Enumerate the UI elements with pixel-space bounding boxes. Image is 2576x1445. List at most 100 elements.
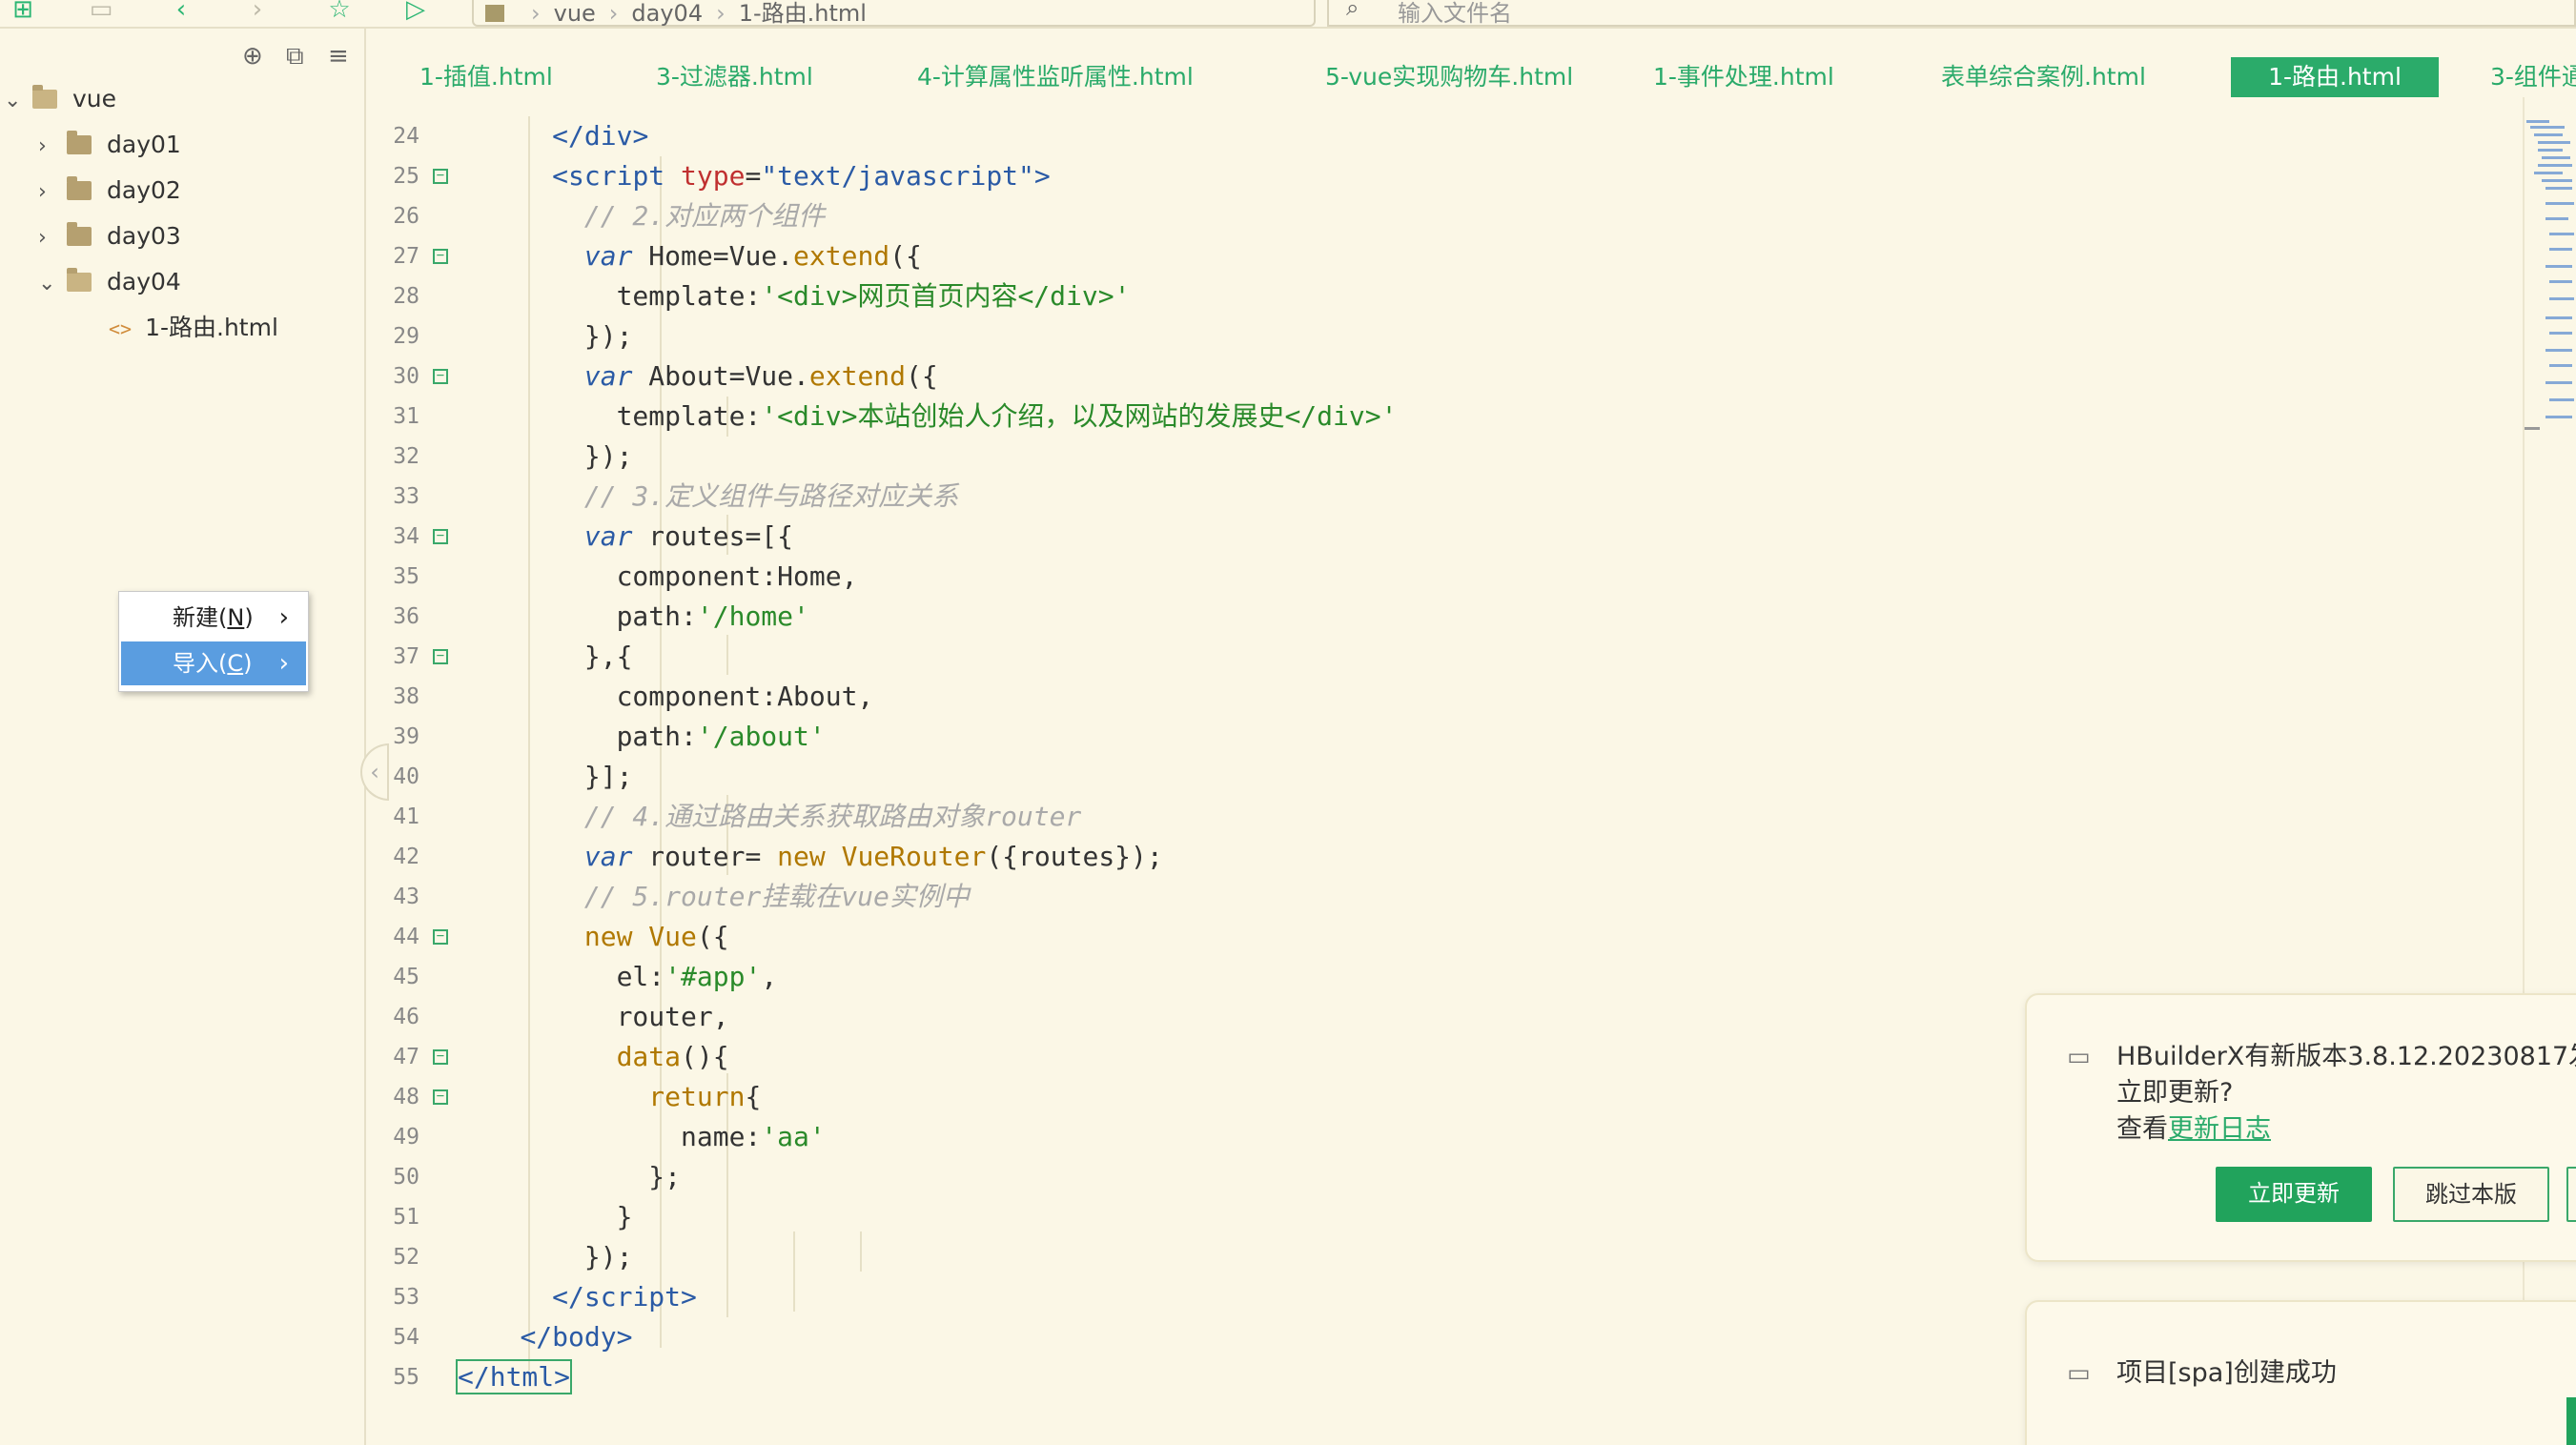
- chevron-right-icon: ›: [38, 180, 47, 204]
- line-number: 44: [393, 925, 419, 949]
- changelog-link[interactable]: 更新日志: [2168, 1114, 2271, 1144]
- context-menu: 新建(N) › 导入(C) ›: [118, 591, 309, 692]
- tree-item-file[interactable]: <> 1-路由.html: [109, 307, 278, 349]
- menu-item-import[interactable]: 导入(C) ›: [121, 641, 306, 685]
- update-notification: ▭ HBuilderX有新版本3.8.12.20230817发 立即更新? 查看…: [2025, 993, 2576, 1262]
- chevron-down-icon: ⌄: [38, 272, 56, 295]
- tab-file[interactable]: 表单综合案例.html: [1918, 57, 2169, 97]
- fold-toggle-icon[interactable]: −: [433, 169, 448, 184]
- update-now-button[interactable]: 立即更新: [2216, 1167, 2372, 1222]
- tree-label: day03: [107, 222, 181, 250]
- tree-label: day02: [107, 176, 181, 204]
- run-icon[interactable]: ▷: [397, 0, 435, 25]
- forward-arrow-icon[interactable]: ›: [238, 0, 276, 25]
- tab-file[interactable]: 3-过滤器.html: [633, 57, 836, 97]
- code-text: return{: [648, 1081, 762, 1112]
- code-text: component:Home,: [456, 560, 858, 592]
- tab-file[interactable]: 3-组件通: [2467, 57, 2576, 97]
- line-number: 43: [393, 885, 419, 909]
- line-number: 28: [393, 284, 419, 309]
- code-line: 29 });: [368, 316, 2523, 356]
- code-text: // 5.router挂载在vue实例中: [583, 881, 970, 912]
- code-line: 34− var routes=[{: [368, 517, 2523, 557]
- breadcrumb-item[interactable]: vue: [554, 0, 596, 27]
- code-line: 39 path:'/about': [368, 717, 2523, 757]
- line-number: 26: [393, 204, 419, 229]
- chevron-right-icon: ›: [38, 226, 47, 250]
- tree-label: day01: [107, 131, 181, 158]
- code-line: 35 component:Home,: [368, 557, 2523, 597]
- skip-version-button[interactable]: 跳过本版: [2393, 1167, 2549, 1222]
- fold-toggle-icon[interactable]: −: [433, 929, 448, 945]
- line-number: 27: [393, 244, 419, 269]
- tree-item-day03[interactable]: › day03: [38, 215, 181, 257]
- locate-icon[interactable]: ⊕: [242, 42, 263, 71]
- message-icon: ▭: [2067, 1043, 2091, 1071]
- star-icon[interactable]: ☆: [320, 0, 358, 25]
- tab-file[interactable]: 5-vue实现购物车.html: [1302, 57, 1596, 97]
- back-arrow-icon[interactable]: ‹: [162, 0, 200, 25]
- code-text: });: [456, 320, 633, 352]
- save-icon[interactable]: ▭: [82, 0, 120, 25]
- line-number: 39: [393, 724, 419, 749]
- line-number: 38: [393, 684, 419, 709]
- tree-item-day01[interactable]: › day01: [38, 124, 181, 166]
- fold-toggle-icon[interactable]: −: [433, 1089, 448, 1105]
- menu-icon[interactable]: ≡: [328, 42, 349, 71]
- fold-toggle-icon[interactable]: −: [433, 1049, 448, 1065]
- fold-toggle-icon[interactable]: −: [433, 529, 448, 544]
- fold-toggle-icon[interactable]: −: [433, 249, 448, 264]
- fold-toggle-icon[interactable]: −: [433, 369, 448, 384]
- notification-action-button[interactable]: [2566, 1397, 2576, 1445]
- code-text: </html>: [456, 1359, 573, 1394]
- tree-label: day04: [107, 268, 181, 295]
- line-number: 41: [393, 804, 419, 829]
- notification-text-prefix: 查看: [2116, 1114, 2168, 1144]
- collapse-all-icon[interactable]: ⧉: [286, 42, 304, 71]
- line-number: 36: [393, 604, 419, 629]
- code-line: 44− new Vue({: [368, 917, 2523, 957]
- code-text: }];: [456, 761, 633, 792]
- code-text: var router= new VueRouter({routes});: [583, 841, 1163, 872]
- menu-item-shortcut: N: [227, 604, 245, 631]
- code-text: });: [456, 440, 633, 472]
- tab-file[interactable]: 1-事件处理.html: [1630, 57, 1857, 97]
- code-text: component:About,: [456, 681, 874, 712]
- breadcrumb[interactable]: › vue › day04 › 1-路由.html: [472, 0, 1316, 27]
- code-line: 41 // 4.通过路由关系获取路由对象router: [368, 797, 2523, 837]
- more-button[interactable]: [2566, 1167, 2576, 1222]
- code-text: </script>: [552, 1281, 697, 1313]
- line-number: 33: [393, 484, 419, 509]
- code-line: 24 </div>: [368, 116, 2523, 156]
- tree-item-day04[interactable]: ⌄ day04: [38, 261, 181, 303]
- line-number: 53: [393, 1285, 419, 1310]
- new-file-icon[interactable]: ⊞: [4, 0, 42, 25]
- breadcrumb-item[interactable]: day04: [631, 0, 703, 27]
- tree-label: 1-路由.html: [145, 314, 278, 341]
- code-text: // 2.对应两个组件: [583, 200, 826, 232]
- chevron-right-icon: ›: [278, 603, 289, 632]
- line-number: 24: [393, 124, 419, 149]
- menu-item-shortcut: C: [227, 650, 244, 677]
- line-number: 32: [393, 444, 419, 469]
- tab-file-active[interactable]: 1-路由.html: [2231, 57, 2439, 97]
- tree-root-vue[interactable]: ⌄ vue: [4, 78, 116, 120]
- file-search-input[interactable]: ⌕ 输入文件名: [1327, 0, 2576, 27]
- code-line: 37− },{: [368, 637, 2523, 677]
- code-line: 32 });: [368, 437, 2523, 477]
- code-text: path:'/home': [456, 600, 809, 632]
- notification-text: HBuilderX有新版本3.8.12.20230817发: [2116, 1042, 2576, 1071]
- breadcrumb-item[interactable]: 1-路由.html: [739, 0, 867, 27]
- tab-file[interactable]: 4-计算属性监听属性.html: [894, 57, 1216, 97]
- tree-item-day02[interactable]: › day02: [38, 170, 181, 212]
- line-number: 40: [393, 764, 419, 789]
- tab-file[interactable]: 1-插值.html: [397, 57, 576, 97]
- menu-item-new[interactable]: 新建(N) ›: [121, 596, 306, 640]
- project-explorer: ⊕ ⧉ ≡ ⌄ vue › day01 › day02 › day03 ⌄ day04 <…: [0, 29, 366, 1445]
- minimap[interactable]: [2525, 116, 2576, 440]
- code-line: 45 el:'#app',: [368, 957, 2523, 997]
- code-line: 40 }];: [368, 757, 2523, 797]
- code-text: template:'<div>本站创始人介绍，以及网站的发展史</div>': [456, 400, 1398, 432]
- fold-toggle-icon[interactable]: −: [433, 649, 448, 664]
- line-number: 55: [393, 1365, 419, 1390]
